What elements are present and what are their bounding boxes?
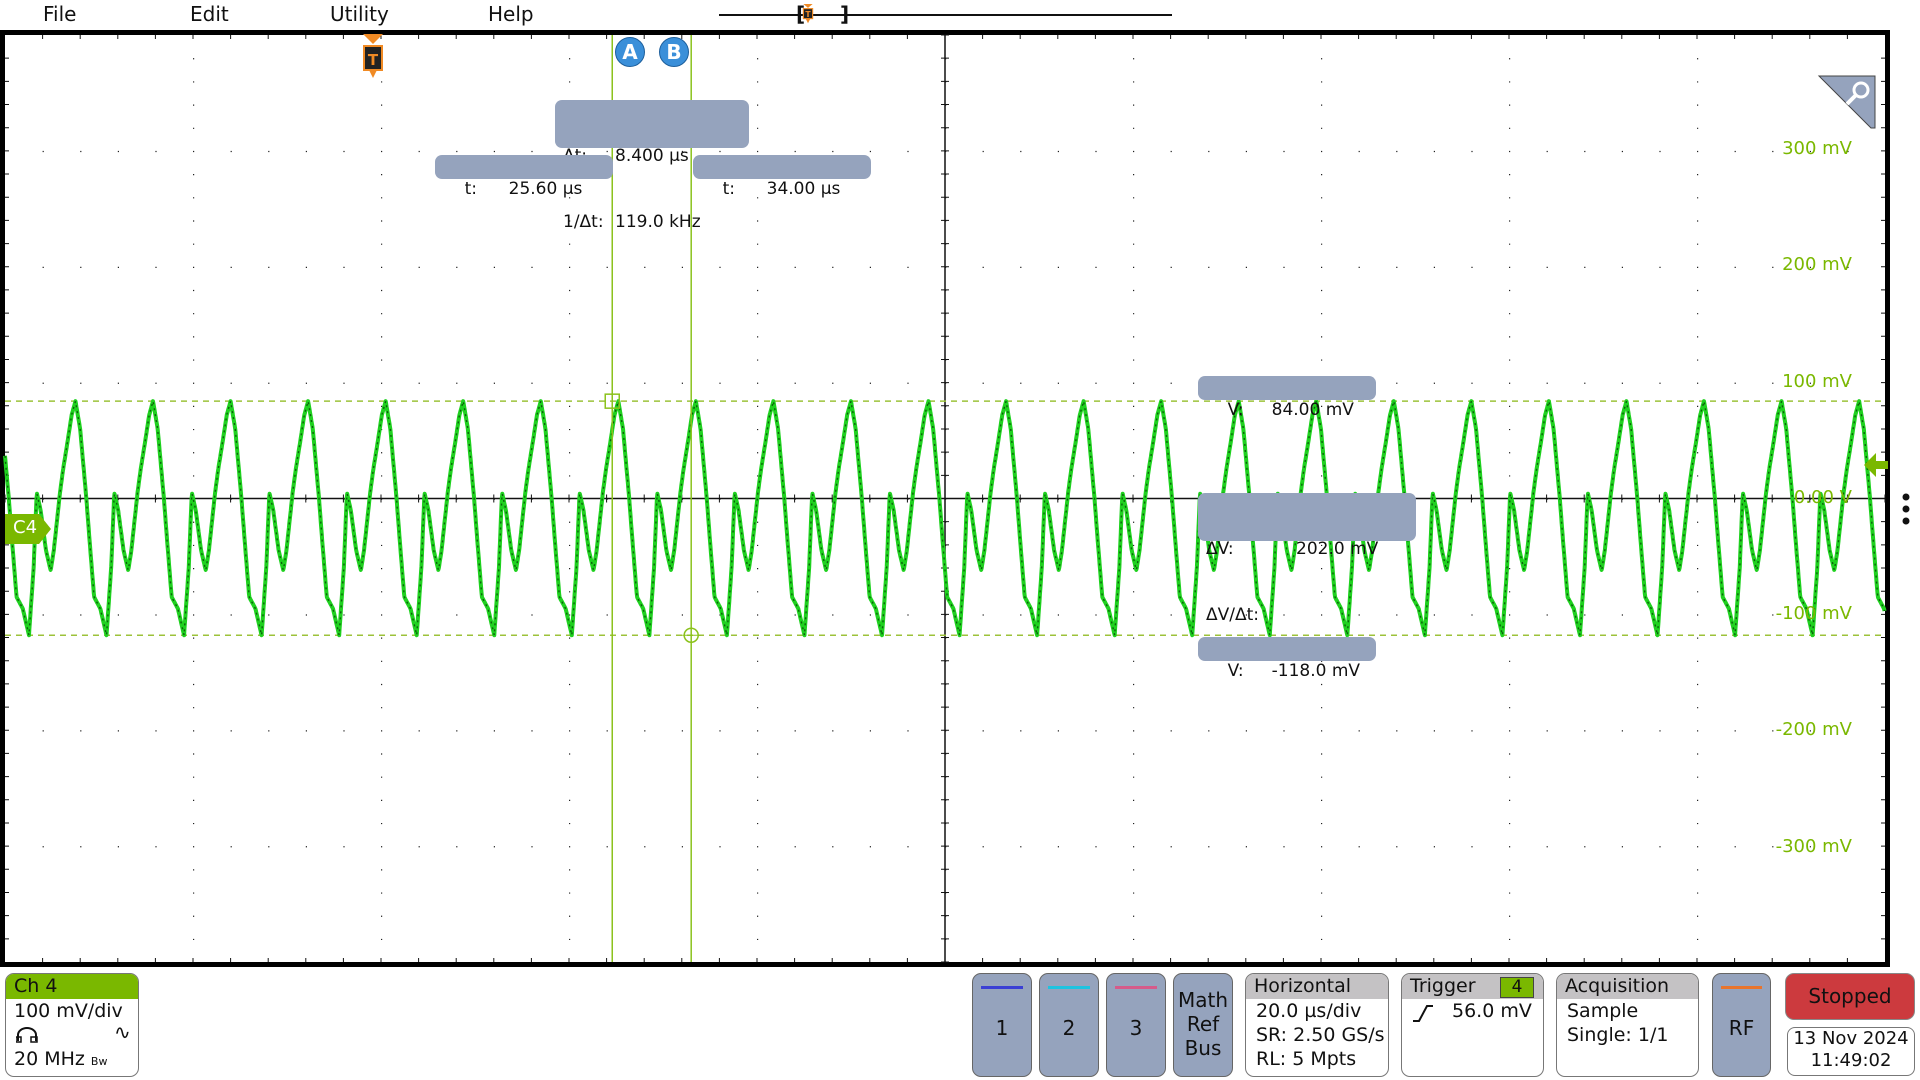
trigger-level-arrow-icon[interactable] (1864, 452, 1888, 478)
zoom-magnifier-icon[interactable] (1817, 74, 1877, 130)
horizontal-scale: 20.0 µs/div (1256, 1000, 1362, 1022)
rf-color-line (1721, 986, 1762, 989)
menu-bar: File Edit Utility Help [ ] T (0, 0, 1920, 30)
trigger-title: Trigger (1410, 975, 1476, 997)
inverse-delta-t-label: 1/Δt: (563, 212, 604, 232)
horizontal-badge[interactable]: Horizontal 20.0 µs/div SR: 2.50 GS/s RL:… (1245, 973, 1389, 1077)
delta-v-slope-label: ΔV/Δt: (1206, 605, 1260, 625)
cursor-b-badge[interactable]: B (659, 37, 689, 67)
record-length: RL: 5 Mpts (1256, 1048, 1357, 1070)
menu-utility[interactable]: Utility (330, 2, 389, 26)
voltage-label-neg300mv: -300 mV (1775, 836, 1852, 857)
cursor-a-badge[interactable]: A (615, 37, 645, 67)
cursor-a-time-value: 25.60 µs (508, 179, 583, 199)
channel-3-label: 3 (1129, 1016, 1143, 1040)
trigger-position-marker[interactable]: T (362, 34, 384, 84)
cursor-b-time-label: t: (722, 179, 736, 199)
sample-rate: SR: 2.50 GS/s (1256, 1024, 1385, 1046)
voltage-label-neg100mv: -100 mV (1775, 603, 1852, 624)
cursor-a-voltage-readout[interactable]: V: 84.00 mV (1198, 376, 1376, 420)
settings-bar: Ch 4 100 mV/div ∿ 20 MHz Bw 1 2 3 Math R… (0, 968, 1920, 1080)
channel-4-bandwidth: 20 MHz (14, 1048, 85, 1070)
acquisition-mode: Sample (1567, 1000, 1639, 1022)
cursor-b-time-value: 34.00 µs (766, 179, 841, 199)
delta-voltage-readout[interactable]: ΔV: 202.0 mV ΔV/Δt: (1198, 493, 1416, 625)
trigger-source-badge: 4 (1500, 977, 1534, 998)
channel-4-offset-handle[interactable]: C4 (5, 514, 51, 544)
trigger-marker-label: T (368, 51, 379, 69)
channel-2-color-line (1048, 986, 1090, 989)
channel-2-button[interactable]: 2 (1039, 973, 1099, 1077)
delta-v-label: ΔV: (1206, 539, 1234, 559)
voltage-label-100mv: 100 mV (1782, 371, 1852, 392)
timeline-view-end-bracket[interactable]: ] (840, 2, 849, 26)
time-label: 11:49:02 (1810, 1050, 1892, 1071)
rf-button[interactable]: RF (1712, 973, 1771, 1077)
cursor-a-voltage-value: 84.00 mV (1271, 400, 1354, 420)
ac-coupling-icon: ∿ (114, 1020, 131, 1044)
run-stop-status-button[interactable]: Stopped (1785, 973, 1915, 1020)
cursor-b-voltage-readout[interactable]: V: -118.0 mV (1198, 637, 1376, 681)
channel-1-button[interactable]: 1 (972, 973, 1032, 1077)
channel-3-button[interactable]: 3 (1106, 973, 1166, 1077)
timeline-trigger-icon: T (802, 4, 814, 24)
waveform-graticule[interactable]: T A B Δt:8.400 µs 1/Δt:119.0 kHz t:25.60… (0, 30, 1890, 967)
delta-t-value: 8.400 µs (615, 146, 689, 166)
trigger-badge[interactable]: Trigger 4 56.0 mV (1401, 973, 1544, 1077)
menu-edit[interactable]: Edit (190, 2, 229, 26)
delta-v-value: 202.0 mV (1296, 539, 1379, 559)
trigger-level: 56.0 mV (1452, 1000, 1532, 1022)
probe-icon (16, 1027, 38, 1043)
waveform-plot[interactable] (0, 30, 1890, 967)
more-options-kebab-icon[interactable] (1900, 493, 1912, 525)
voltage-label-200mv: 200 mV (1782, 254, 1852, 275)
voltage-label-300mv: 300 mV (1782, 138, 1852, 159)
horizontal-title: Horizontal (1246, 974, 1388, 999)
cursor-b-time-readout[interactable]: t: 34.00 µs (693, 155, 871, 199)
record-timeline[interactable] (719, 14, 1172, 16)
ref-label: Ref (1186, 1012, 1220, 1036)
channel-3-color-line (1115, 986, 1157, 989)
inverse-delta-t-value: 119.0 kHz (615, 212, 701, 232)
menu-help[interactable]: Help (488, 2, 534, 26)
channel-1-color-line (981, 986, 1023, 989)
cursor-b-voltage-label: V: (1227, 661, 1244, 681)
delta-time-readout[interactable]: Δt:8.400 µs 1/Δt:119.0 kHz (555, 100, 749, 232)
date-label: 13 Nov 2024 (1793, 1028, 1909, 1049)
channel-1-label: 1 (995, 1016, 1009, 1040)
math-ref-bus-button[interactable]: Math Ref Bus (1173, 973, 1233, 1077)
acquisition-badge[interactable]: Acquisition Sample Single: 1/1 (1556, 973, 1699, 1077)
menu-file[interactable]: File (43, 2, 76, 26)
svg-text:T: T (805, 10, 811, 19)
voltage-label-0v: 0.00 V (1793, 487, 1852, 508)
math-label: Math (1177, 988, 1229, 1012)
channel-4-tag-label: C4 (13, 517, 38, 538)
channel-4-badge[interactable]: Ch 4 100 mV/div ∿ 20 MHz Bw (5, 973, 139, 1077)
date-time-display: 13 Nov 2024 11:49:02 (1787, 1027, 1915, 1076)
cursor-b-voltage-value: -118.0 mV (1271, 661, 1361, 681)
bandwidth-limit-icon: Bw (90, 1055, 108, 1068)
bus-label: Bus (1184, 1036, 1222, 1060)
rf-label: RF (1728, 1016, 1755, 1040)
cursor-a-time-readout[interactable]: t: 25.60 µs (435, 155, 613, 199)
channel-4-title: Ch 4 (6, 974, 138, 999)
rising-edge-icon (1413, 1005, 1433, 1022)
cursor-a-voltage-label: V: (1227, 400, 1244, 420)
acquisition-count: Single: 1/1 (1567, 1024, 1669, 1046)
voltage-label-neg200mv: -200 mV (1775, 719, 1852, 740)
acquisition-title: Acquisition (1557, 974, 1698, 999)
channel-2-label: 2 (1062, 1016, 1076, 1040)
cursor-a-time-label: t: (464, 179, 478, 199)
